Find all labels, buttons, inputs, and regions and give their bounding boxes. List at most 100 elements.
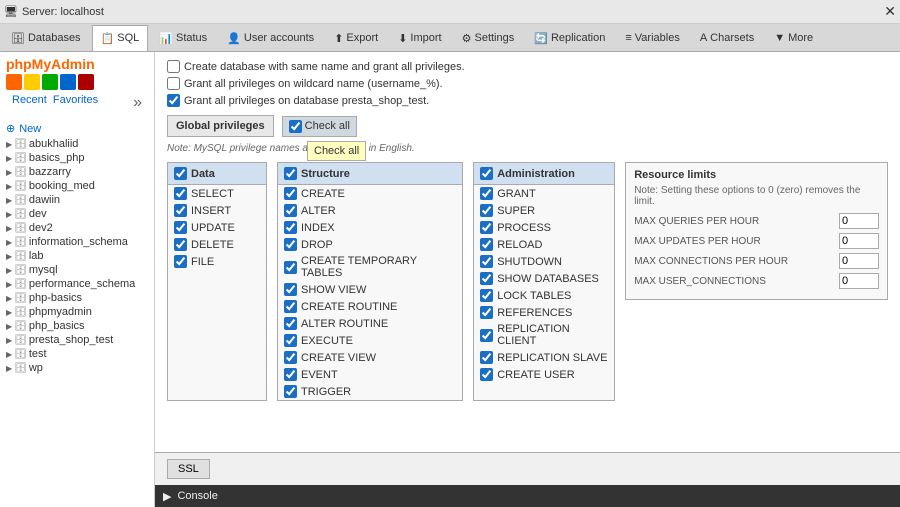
top-checks: Create database with same name and grant… bbox=[167, 60, 888, 107]
sidebar-item-dawiin[interactable]: ▶ 🗄 dawiin bbox=[0, 193, 154, 207]
global-privileges-tab[interactable]: Global privileges bbox=[167, 115, 274, 137]
priv-panel-checkbox-structure[interactable] bbox=[284, 167, 297, 180]
variables-tab-icon: ≡ bbox=[625, 32, 631, 44]
sidebar-item-php-basics[interactable]: ▶ 🗄 php-basics bbox=[0, 291, 154, 305]
tab-more[interactable]: ▼More bbox=[765, 25, 822, 51]
priv-checkbox-grant[interactable] bbox=[480, 187, 493, 200]
tab-variables[interactable]: ≡Variables bbox=[616, 25, 688, 51]
sidebar-item-abukhaliid[interactable]: ▶ 🗄 abukhaliid bbox=[0, 137, 154, 151]
sidebar-new[interactable]: ⊕ New bbox=[0, 120, 154, 137]
priv-panel-administration: Administration GRANT SUPER PROCESS RELOA… bbox=[473, 162, 615, 401]
sidebar-links: Recent Favorites » bbox=[6, 92, 148, 114]
priv-checkbox-super[interactable] bbox=[480, 204, 493, 217]
priv-panel-checkbox-administration[interactable] bbox=[480, 167, 493, 180]
sidebar-item-php_basics[interactable]: ▶ 🗄 php_basics bbox=[0, 319, 154, 333]
priv-checkbox-trigger[interactable] bbox=[284, 385, 297, 398]
logo-icons bbox=[6, 72, 148, 92]
favorites-link[interactable]: Favorites bbox=[53, 94, 98, 112]
priv-checkbox-insert[interactable] bbox=[174, 204, 187, 217]
priv-checkbox-execute[interactable] bbox=[284, 334, 297, 347]
sidebar-item-phpmyadmin[interactable]: ▶ 🗄 phpmyadmin bbox=[0, 305, 154, 319]
priv-checkbox-alter-routine[interactable] bbox=[284, 317, 297, 330]
sidebar-item-dev[interactable]: ▶ 🗄 dev bbox=[0, 207, 154, 221]
sidebar-item-bazzarry[interactable]: ▶ 🗄 bazzarry bbox=[0, 165, 154, 179]
priv-checkbox-drop[interactable] bbox=[284, 238, 297, 251]
priv-checkbox-lock-tables[interactable] bbox=[480, 289, 493, 302]
priv-item-create-user: CREATE USER bbox=[474, 366, 614, 383]
recent-link[interactable]: Recent bbox=[12, 94, 47, 112]
ssl-button[interactable]: SSL bbox=[167, 459, 210, 479]
tab-sql[interactable]: 📋SQL bbox=[92, 25, 149, 51]
sidebar-item-presta_shop_test[interactable]: ▶ 🗄 presta_shop_test bbox=[0, 333, 154, 347]
export-tab-label: Export bbox=[346, 32, 378, 44]
priv-checkbox-replication-slave[interactable] bbox=[480, 351, 493, 364]
tab-replication[interactable]: 🔄Replication bbox=[525, 25, 614, 51]
priv-panel-checkbox-data[interactable] bbox=[174, 167, 187, 180]
sidebar-item-information_schema[interactable]: ▶ 🗄 information_schema bbox=[0, 235, 154, 249]
tab-import[interactable]: ⬇Import bbox=[389, 25, 450, 51]
top-checkbox-3[interactable] bbox=[167, 94, 180, 107]
priv-label-super: SUPER bbox=[497, 205, 535, 217]
db-name-dev: dev bbox=[29, 208, 47, 220]
priv-checkbox-shutdown[interactable] bbox=[480, 255, 493, 268]
priv-checkbox-create-routine[interactable] bbox=[284, 300, 297, 313]
sidebar-item-test[interactable]: ▶ 🗄 test bbox=[0, 347, 154, 361]
priv-checkbox-create-temporary-tables[interactable] bbox=[284, 261, 297, 274]
priv-checkbox-process[interactable] bbox=[480, 221, 493, 234]
priv-checkbox-file[interactable] bbox=[174, 255, 187, 268]
priv-item-replication-slave: REPLICATION SLAVE bbox=[474, 349, 614, 366]
priv-label-update: UPDATE bbox=[191, 222, 235, 234]
priv-label-replication-client: REPLICATION CLIENT bbox=[497, 323, 608, 347]
priv-checkbox-select[interactable] bbox=[174, 187, 187, 200]
tab-charsets[interactable]: ACharsets bbox=[691, 25, 763, 51]
sidebar-item-basics_php[interactable]: ▶ 🗄 basics_php bbox=[0, 151, 154, 165]
tab-settings[interactable]: ⚙Settings bbox=[453, 25, 524, 51]
priv-checkbox-replication-client[interactable] bbox=[480, 329, 493, 342]
top-check-3[interactable]: Grant all privileges on database presta_… bbox=[167, 94, 888, 107]
close-icon[interactable]: ✕ bbox=[884, 3, 896, 20]
priv-checkbox-create-user[interactable] bbox=[480, 368, 493, 381]
expand-arrow: ▶ bbox=[6, 196, 12, 205]
sidebar-item-wp[interactable]: ▶ 🗄 wp bbox=[0, 361, 154, 375]
expand-arrow: ▶ bbox=[6, 308, 12, 317]
priv-checkbox-show-view[interactable] bbox=[284, 283, 297, 296]
priv-checkbox-alter[interactable] bbox=[284, 204, 297, 217]
content-scroll: Create database with same name and grant… bbox=[155, 52, 900, 452]
sidebar-item-lab[interactable]: ▶ 🗄 lab bbox=[0, 249, 154, 263]
priv-checkbox-delete[interactable] bbox=[174, 238, 187, 251]
tab-databases[interactable]: 🗄Databases bbox=[2, 25, 90, 51]
check-all-checkbox[interactable] bbox=[289, 120, 302, 133]
sidebar-item-performance_schema[interactable]: ▶ 🗄 performance_schema bbox=[0, 277, 154, 291]
resource-input-max-queries-per-hour[interactable] bbox=[839, 213, 879, 229]
priv-checkbox-references[interactable] bbox=[480, 306, 493, 319]
tab-status[interactable]: 📊Status bbox=[150, 25, 216, 51]
tab-export[interactable]: ⬆Export bbox=[325, 25, 387, 51]
priv-checkbox-create[interactable] bbox=[284, 187, 297, 200]
top-checkbox-1[interactable] bbox=[167, 60, 180, 73]
top-check-2[interactable]: Grant all privileges on wildcard name (u… bbox=[167, 77, 888, 90]
sidebar-more[interactable]: » bbox=[133, 94, 142, 112]
check-all-button[interactable]: Check all bbox=[282, 116, 357, 137]
priv-checkbox-update[interactable] bbox=[174, 221, 187, 234]
priv-checkbox-create-view[interactable] bbox=[284, 351, 297, 364]
top-check-1[interactable]: Create database with same name and grant… bbox=[167, 60, 888, 73]
top-checkbox-2[interactable] bbox=[167, 77, 180, 90]
console-bar[interactable]: ▶ Console bbox=[155, 485, 900, 507]
logo-icon-2 bbox=[24, 74, 40, 90]
priv-checkbox-reload[interactable] bbox=[480, 238, 493, 251]
priv-item-show-view: SHOW VIEW bbox=[278, 281, 462, 298]
resource-input-max-updates-per-hour[interactable] bbox=[839, 233, 879, 249]
priv-checkbox-index[interactable] bbox=[284, 221, 297, 234]
sidebar-item-booking_med[interactable]: ▶ 🗄 booking_med bbox=[0, 179, 154, 193]
priv-checkbox-show-databases[interactable] bbox=[480, 272, 493, 285]
top-bar-title: Server: localhost bbox=[22, 6, 104, 18]
resource-input-max-connections-per-hour[interactable] bbox=[839, 253, 879, 269]
sidebar-item-dev2[interactable]: ▶ 🗄 dev2 bbox=[0, 221, 154, 235]
sidebar-item-mysql[interactable]: ▶ 🗄 mysql bbox=[0, 263, 154, 277]
status-tab-label: Status bbox=[176, 32, 207, 44]
panels-row: Data SELECT INSERT UPDATE DELETE FILE St… bbox=[167, 162, 888, 401]
resource-input-max-user_connections[interactable] bbox=[839, 273, 879, 289]
priv-panel-header-data: Data bbox=[168, 163, 266, 185]
priv-checkbox-event[interactable] bbox=[284, 368, 297, 381]
tab-user-accounts[interactable]: 👤User accounts bbox=[218, 25, 323, 51]
